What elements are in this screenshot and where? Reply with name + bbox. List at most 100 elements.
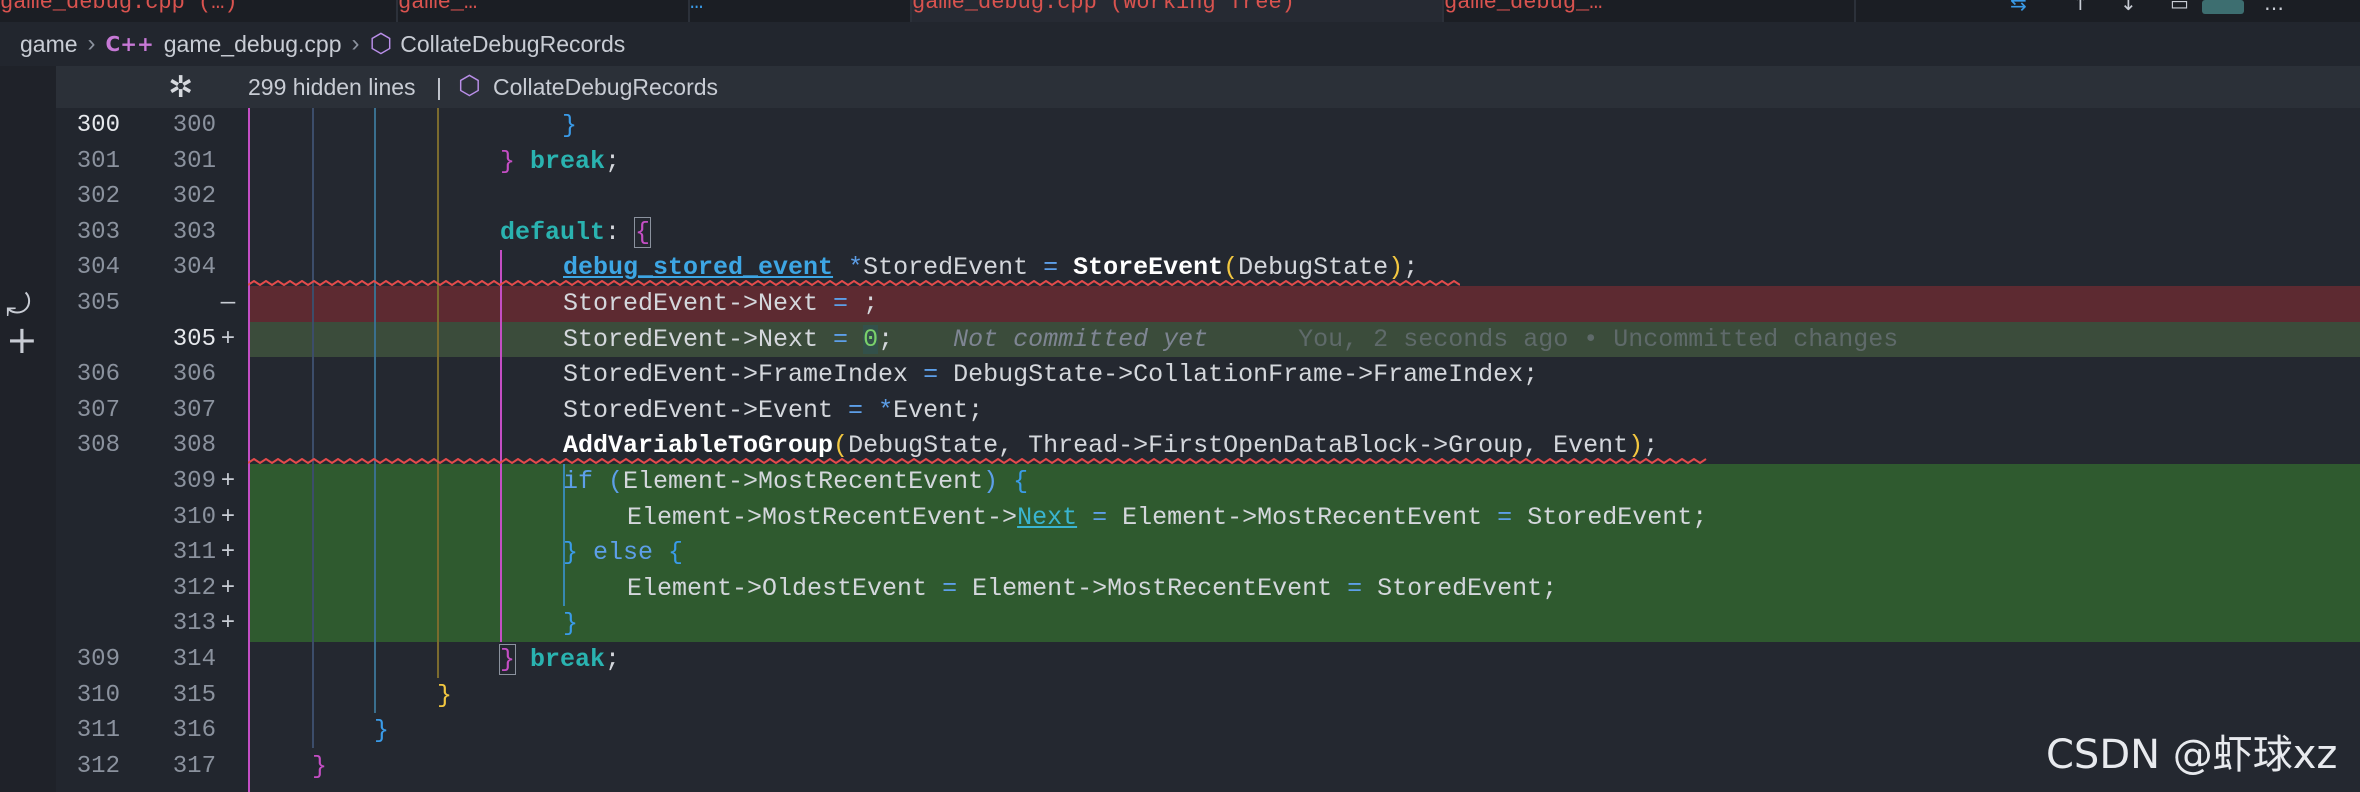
tab-game-debug-5[interactable]: game_debug_… — [1444, 0, 1856, 22]
code-line[interactable]: 309 314 } break; — [0, 642, 2360, 678]
added-line[interactable]: 305 + StoredEvent->Next = 0; Not committ… — [0, 321, 2360, 358]
original-line-number: 310 — [76, 681, 120, 709]
modified-line-number: 303 — [172, 218, 216, 246]
chevron-right-icon: › — [87, 30, 96, 57]
identifier: Element->MostRecentEvent — [972, 573, 1333, 603]
toggle-icon[interactable]: ▭ — [2170, 0, 2189, 14]
added-line[interactable]: 312 + Element->OldestEvent = Element->Mo… — [0, 570, 2360, 607]
code-text: } — [562, 108, 577, 144]
added-line[interactable]: 311 + } else { — [0, 535, 2360, 571]
tab-game-2[interactable]: game_… — [398, 0, 690, 22]
added-line[interactable]: 313 + } — [0, 606, 2360, 642]
indent-guide-active — [500, 250, 502, 642]
original-line-number — [56, 571, 120, 607]
paren: ( — [593, 467, 624, 496]
original-line-number: 300 — [76, 112, 120, 139]
modified-line-number: 300 — [172, 112, 216, 139]
arrow-icon[interactable]: ↑ — [2072, 0, 2089, 14]
tab-game-debug-cpp-working-tree[interactable]: game_debug.cpp (Working Tree) — [912, 0, 1444, 22]
line-bg — [248, 678, 2360, 714]
code-text: Element->MostRecentEvent->Next = Element… — [627, 500, 1707, 536]
code-line[interactable]: 306 306 StoredEvent->FrameIndex = DebugS… — [0, 357, 2360, 393]
cpp-file-icon: C++ — [105, 32, 154, 56]
indent-guide — [563, 464, 565, 606]
identifier: DebugState->CollationFrame->FrameIndex; — [953, 360, 1539, 390]
chevron-right-icon: › — [351, 30, 360, 57]
original-line-number: 304 — [76, 254, 120, 282]
operator: = — [1482, 502, 1528, 532]
error-squiggle — [248, 280, 1460, 286]
code-line[interactable]: 302 302 — [0, 179, 2360, 215]
added-line[interactable]: 310 + Element->MostRecentEvent->Next = E… — [0, 499, 2360, 536]
code-line[interactable]: 300 300 } — [0, 108, 2360, 144]
indent-guide — [437, 108, 439, 678]
original-line-number: 309 — [76, 646, 120, 673]
tab-3[interactable]: … — [690, 0, 912, 22]
paren: ( — [833, 431, 849, 461]
code-text: Element->OldestEvent = Element->MostRece… — [627, 571, 1557, 607]
keyword: else — [593, 538, 654, 568]
paren: ) — [983, 467, 999, 496]
original-line-number — [56, 322, 120, 358]
code-line[interactable]: 310 315 } — [0, 678, 2360, 714]
arguments: DebugState, Thread->FirstOpenDataBlock->… — [848, 431, 1629, 461]
modified-line-number: 315 — [172, 681, 216, 709]
identifier: Element->MostRecentEvent-> — [627, 502, 1018, 532]
code-line[interactable]: 301 301 } break; — [0, 144, 2360, 180]
deleted-line[interactable]: 305 — StoredEvent->Next = ; — [0, 286, 2360, 322]
code-text: if (Element->MostRecentEvent) { — [563, 464, 1028, 500]
breadcrumb-symbol[interactable]: CollateDebugRecords — [400, 31, 625, 58]
code-line[interactable]: 303 303 default: { — [0, 215, 2360, 251]
modified-line-number: 304 — [172, 254, 216, 282]
code-text: default: { — [500, 215, 652, 251]
breadcrumb-folder[interactable]: game — [20, 31, 78, 58]
brace: { — [998, 467, 1029, 496]
brace: } — [563, 609, 579, 639]
tab-game-debug-cpp-1[interactable]: game_debug.cpp (…) — [0, 0, 398, 22]
operator: = — [927, 573, 973, 603]
modified-line-number — [140, 286, 216, 322]
original-line-number: 305 — [76, 290, 120, 317]
sticky-symbol[interactable]: CollateDebugRecords — [493, 74, 718, 101]
original-line-number: 302 — [76, 183, 120, 211]
breadcrumb-file[interactable]: game_debug.cpp — [164, 31, 342, 58]
method-cube-icon: ⬡ — [369, 29, 393, 59]
breadcrumb: game › C++ game_debug.cpp › ⬡ CollateDeb… — [0, 22, 2360, 66]
operator: * — [878, 395, 894, 425]
tab-strip: game_debug.cpp (…) game_… … game_debug.c… — [0, 0, 2360, 22]
unfold-icon[interactable]: ✲ — [168, 70, 193, 105]
diff-added-marker: + — [220, 539, 236, 567]
more-actions-icon[interactable]: … — [2264, 0, 2284, 14]
modified-line-number: 314 — [172, 646, 216, 673]
line-bg — [248, 749, 2360, 785]
operator: = — [833, 395, 879, 425]
hidden-lines-bar[interactable]: ✲ 299 hidden lines | ⬡ CollateDebugRecor… — [56, 66, 2360, 108]
watermark: CSDN @虾球xz — [2046, 732, 2338, 778]
identifier: Element->OldestEvent — [627, 573, 928, 603]
brace: } — [498, 644, 517, 675]
original-line-number — [56, 606, 120, 642]
code-text: } break; — [498, 642, 620, 678]
diff-added-marker: + — [220, 574, 236, 602]
code-line[interactable]: 307 307 StoredEvent->Event = *Event; — [0, 393, 2360, 429]
function-name: StoreEvent — [1073, 253, 1224, 283]
inline-blame-annotation[interactable]: You, 2 seconds ago • Uncommitted changes — [1298, 325, 1898, 354]
code-text: StoredEvent->FrameIndex = DebugState->Co… — [563, 357, 1538, 393]
code-text: } — [374, 713, 389, 749]
arrow-icon[interactable]: ↓ — [2120, 0, 2137, 14]
split-editor-icon[interactable] — [2202, 0, 2244, 14]
brace: } — [312, 751, 328, 781]
modified-line-number: 309 — [172, 468, 216, 495]
original-line-number: 306 — [76, 361, 120, 389]
identifier: Element->MostRecentEvent — [623, 467, 984, 496]
code-line[interactable]: 311 316 } — [0, 713, 2360, 749]
modified-line-number: 311 — [172, 539, 216, 567]
code-line[interactable]: 312 317 } — [0, 749, 2360, 785]
modified-line-number: 307 — [172, 396, 216, 424]
symbol-link[interactable]: Next — [1017, 503, 1077, 532]
brace: } — [437, 680, 453, 710]
keyword: if — [563, 467, 594, 496]
added-line[interactable]: 309 + if (Element->MostRecentEvent) { — [0, 464, 2360, 500]
compare-icon[interactable]: ⇆ — [2010, 0, 2027, 14]
operator: = — [1332, 573, 1378, 603]
